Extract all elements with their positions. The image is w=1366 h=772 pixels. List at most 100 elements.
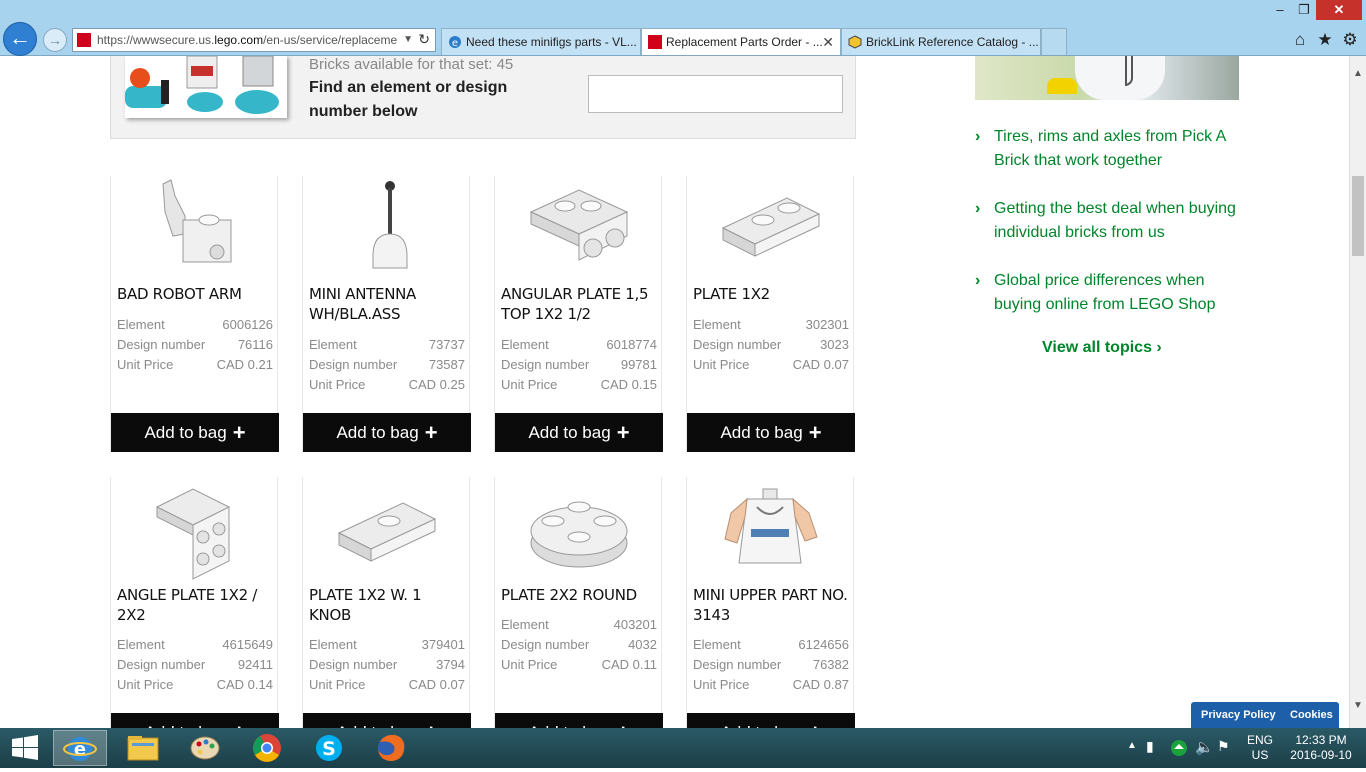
taskbar-paint[interactable] (178, 730, 232, 766)
page-content: Bricks available for that set: 45 Find a… (0, 56, 1349, 728)
unit-price-label: Unit Price (117, 677, 174, 692)
privacy-policy-link[interactable]: Privacy Policy (1201, 702, 1276, 728)
plus-icon: + (425, 720, 438, 728)
cookies-link[interactable]: Cookies (1290, 702, 1333, 728)
design-number-value: 76116 (237, 337, 273, 352)
tab-bricklink[interactable]: BrickLink Reference Catalog - ... (841, 28, 1041, 55)
design-number-value: 92411 (237, 657, 273, 672)
help-topic-link[interactable]: › Global price differences when buying o… (975, 269, 1245, 317)
restore-button[interactable]: ❐ (1292, 0, 1316, 20)
add-to-bag-button[interactable]: Add to bag+ (303, 713, 471, 728)
tab-vl-forum[interactable]: e Need these minifigs parts - VL... (441, 28, 641, 55)
find-element-label: Find an element or design number below (309, 79, 508, 120)
design-number-label: Design number (501, 637, 590, 652)
add-to-bag-button[interactable]: Add to bag+ (687, 413, 855, 452)
unit-price-value: CAD 0.14 (216, 677, 273, 692)
help-topic-link[interactable]: › Tires, rims and axles from Pick A Bric… (975, 125, 1245, 173)
back-button[interactable]: ← (3, 22, 37, 56)
part-attributes: Element 302301 Design number 3023 Unit Pri… (693, 315, 849, 375)
element-search-input[interactable] (588, 75, 843, 113)
add-to-bag-button[interactable]: Add to bag+ (687, 713, 855, 728)
close-window-button[interactable]: ✕ (1316, 0, 1362, 20)
taskbar-file-explorer[interactable] (116, 730, 170, 766)
element-value: 6018774 (606, 337, 657, 352)
scrollbar-thumb[interactable] (1352, 176, 1364, 256)
address-bar[interactable]: https://wwwsecure.us.lego.com/en-us/serv… (72, 28, 436, 52)
tab-close-icon[interactable]: ✕ (822, 29, 834, 55)
taskbar-ie[interactable]: e (53, 730, 107, 766)
chevron-right-icon: › (1156, 339, 1162, 356)
design-number-value: 73587 (428, 357, 465, 372)
favorites-star-icon[interactable]: ★ (1315, 30, 1335, 50)
battery-icon[interactable]: ▮ (1146, 738, 1154, 755)
tab-replacement-parts[interactable]: Replacement Parts Order - ... ✕ (641, 28, 841, 55)
part-image (162, 179, 232, 263)
element-value: 302301 (805, 317, 849, 332)
forward-button[interactable]: → (43, 28, 67, 52)
settings-gear-icon[interactable]: ⚙ (1340, 30, 1360, 50)
design-number-label: Design number (117, 657, 206, 672)
help-topic-link[interactable]: › Getting the best deal when buying indi… (975, 197, 1245, 245)
unit-price-label: Unit Price (501, 657, 558, 672)
part-name: ANGULAR PLATE 1,5 TOP 1X2 1/2 (501, 285, 649, 323)
refresh-icon[interactable]: ↻ (418, 29, 430, 50)
element-label: Element (501, 617, 549, 632)
part-image (372, 181, 408, 269)
unit-price-value: CAD 0.07 (408, 677, 465, 692)
windows-logo-icon (12, 735, 38, 760)
part-card: ANGLE PLATE 1X2 / 2X2 Element 4615649 Des… (110, 477, 279, 728)
element-value: 6006126 (222, 317, 273, 332)
home-icon[interactable]: ⌂ (1290, 30, 1310, 50)
part-card: PLATE 2X2 ROUND Element 403201 Design num… (494, 477, 663, 728)
add-to-bag-button[interactable]: Add to bag+ (303, 413, 471, 452)
taskbar-skype[interactable]: S (302, 730, 356, 766)
element-value: 4615649 (222, 637, 273, 652)
unit-price-value: CAD 0.07 (792, 357, 849, 372)
part-attributes: Element 73737 Design number 73587 Unit Pri… (309, 335, 465, 395)
unit-price-value: CAD 0.11 (601, 657, 657, 672)
vertical-scrollbar[interactable]: ▲ ▼ (1349, 56, 1366, 728)
add-to-bag-button[interactable]: Add to bag+ (111, 713, 279, 728)
element-value: 6124656 (798, 637, 849, 652)
chevron-right-icon: › (975, 200, 981, 217)
part-attributes: Element 403201 Design number 4032 Unit Pri… (501, 615, 657, 675)
action-center-flag-icon[interactable]: ⚑ (1217, 738, 1230, 755)
clock-time: 12:33 PM (1295, 733, 1347, 747)
show-hidden-icons-icon[interactable]: ▲ (1127, 740, 1137, 751)
address-dropdown-icon[interactable]: ▼ (403, 29, 413, 51)
plus-icon: + (232, 420, 246, 445)
element-label: Element (309, 637, 357, 652)
minimize-button[interactable]: – (1268, 0, 1292, 20)
part-name: PLATE 1X2 W. 1 KNOB (309, 586, 422, 624)
start-button[interactable] (0, 730, 50, 766)
element-label: Element (309, 337, 357, 352)
part-attributes: Element 6018774 Design number 99781 Unit P… (501, 335, 657, 395)
unit-price-value: CAD 0.21 (216, 357, 273, 372)
taskbar-chrome[interactable] (240, 730, 294, 766)
scroll-up-icon[interactable]: ▲ (1350, 66, 1366, 82)
lego-favicon-icon (77, 33, 91, 47)
part-image (721, 197, 821, 257)
volume-icon[interactable]: 🔈 (1195, 738, 1214, 756)
help-topic-hero-image (975, 56, 1239, 100)
part-card: PLATE 1X2 Element 302301 Design number 302… (686, 176, 855, 452)
taskbar-firefox[interactable] (364, 730, 418, 766)
new-tab-button[interactable] (1041, 28, 1067, 55)
plus-icon: + (616, 420, 630, 445)
scroll-down-icon[interactable]: ▼ (1350, 698, 1366, 714)
add-to-bag-button[interactable]: Add to bag+ (495, 413, 663, 452)
element-value: 403201 (613, 617, 657, 632)
arrow-left-icon: ← (9, 25, 31, 50)
input-language[interactable]: ENG US (1240, 728, 1280, 768)
design-number-label: Design number (309, 357, 398, 372)
svg-text:e: e (452, 38, 458, 49)
add-to-bag-button[interactable]: Add to bag+ (495, 713, 663, 728)
plus-icon: + (808, 420, 822, 445)
view-all-topics-link[interactable]: View all topics › (1042, 339, 1162, 357)
lego-favicon-icon (648, 35, 662, 49)
tab-title: Replacement Parts Order - ... (666, 35, 823, 49)
system-clock[interactable]: 12:33 PM 2016-09-10 (1288, 728, 1354, 768)
arrow-right-icon: → (48, 32, 62, 48)
network-status-icon[interactable] (1170, 739, 1188, 757)
add-to-bag-button[interactable]: Add to bag+ (111, 413, 279, 452)
